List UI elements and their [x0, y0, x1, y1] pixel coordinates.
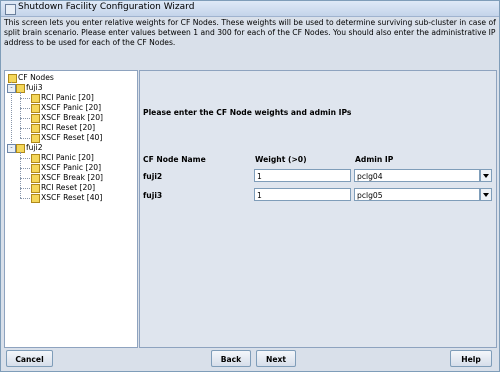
- description-text: This screen lets you enter relative weig…: [4, 18, 496, 48]
- shutdown-agent-icon: [31, 94, 40, 103]
- cancel-button[interactable]: Cancel: [6, 350, 53, 367]
- tree-item[interactable]: RCI Panic [20]: [41, 153, 94, 162]
- shutdown-agent-icon: [31, 104, 40, 113]
- tree-item[interactable]: XSCF Break [20]: [41, 173, 103, 182]
- tree-node-fuji2[interactable]: fuji2: [26, 143, 43, 152]
- admin-ip-combo-fuji3[interactable]: pclg05: [354, 188, 480, 201]
- weight-input-fuji2[interactable]: 1: [254, 169, 351, 182]
- tree-item[interactable]: XSCF Panic [20]: [41, 103, 101, 112]
- shutdown-agent-icon: [31, 154, 40, 163]
- back-button[interactable]: Back: [211, 350, 251, 367]
- next-button[interactable]: Next: [256, 350, 296, 367]
- tree-item[interactable]: XSCF Panic [20]: [41, 163, 101, 172]
- window-title: Shutdown Facility Configuration Wizard: [18, 2, 195, 12]
- admin-ip-combo-fuji2[interactable]: pclg04: [354, 169, 480, 182]
- tree-item[interactable]: RCI Reset [20]: [41, 123, 95, 132]
- expand-collapse-icon[interactable]: -: [7, 144, 16, 153]
- tree-line: [20, 198, 30, 199]
- tree-line: [20, 98, 30, 99]
- expand-collapse-icon[interactable]: -: [7, 84, 16, 93]
- tree-line: [20, 108, 30, 109]
- shutdown-agent-icon: [31, 114, 40, 123]
- node-name-fuji3: fuji3: [143, 191, 163, 200]
- node-tree[interactable]: CF Nodes - fuji3 RCI Panic [20] XSCF Pan…: [4, 70, 138, 348]
- title-bar: Shutdown Facility Configuration Wizard: [1, 1, 499, 17]
- tree-root-cf-nodes[interactable]: CF Nodes: [18, 73, 54, 82]
- button-bar: Cancel Back Next Help: [1, 348, 499, 371]
- app-icon: [5, 4, 16, 15]
- tree-line: [20, 118, 30, 119]
- tree-line: [20, 128, 30, 129]
- tree-item[interactable]: XSCF Break [20]: [41, 113, 103, 122]
- tree-item[interactable]: XSCF Reset [40]: [41, 193, 102, 202]
- column-header-node-name: CF Node Name: [143, 155, 206, 164]
- shutdown-agent-icon: [31, 194, 40, 203]
- panel-heading: Please enter the CF Node weights and adm…: [143, 108, 352, 117]
- tree-line: [20, 168, 30, 169]
- shutdown-agent-icon: [31, 174, 40, 183]
- tree-item[interactable]: RCI Reset [20]: [41, 183, 95, 192]
- weights-panel: Please enter the CF Node weights and adm…: [139, 70, 497, 348]
- tree-node-fuji3[interactable]: fuji3: [26, 83, 43, 92]
- tree-line: [20, 188, 30, 189]
- shutdown-agent-icon: [31, 124, 40, 133]
- weight-input-fuji3[interactable]: 1: [254, 188, 351, 201]
- folder-icon: [8, 74, 17, 83]
- tree-item[interactable]: XSCF Reset [40]: [41, 133, 102, 142]
- chevron-down-icon[interactable]: [480, 188, 492, 201]
- help-button[interactable]: Help: [450, 350, 492, 367]
- shutdown-agent-icon: [31, 184, 40, 193]
- tree-item[interactable]: RCI Panic [20]: [41, 93, 94, 102]
- tree-line: [20, 138, 30, 139]
- column-header-weight: Weight (>0): [255, 155, 307, 164]
- node-name-fuji2: fuji2: [143, 172, 163, 181]
- column-header-admin-ip: Admin IP: [355, 155, 394, 164]
- wizard-window: Shutdown Facility Configuration Wizard T…: [0, 0, 500, 372]
- shutdown-agent-icon: [31, 134, 40, 143]
- tree-line: [20, 178, 30, 179]
- chevron-down-icon[interactable]: [480, 169, 492, 182]
- tree-line: [20, 158, 30, 159]
- shutdown-agent-icon: [31, 164, 40, 173]
